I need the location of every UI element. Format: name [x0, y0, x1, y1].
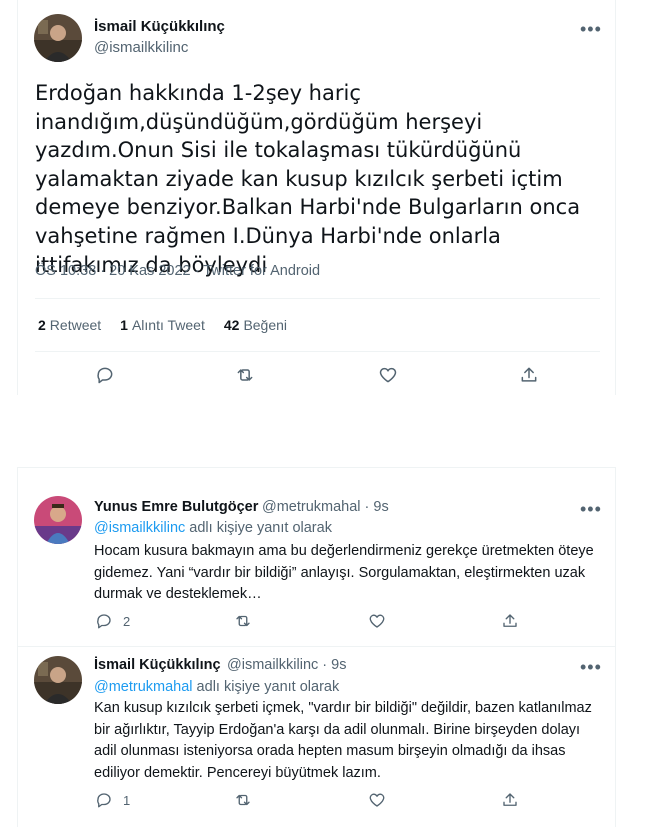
divider	[35, 351, 600, 352]
reply-count: 1	[123, 792, 131, 808]
like-button[interactable]	[368, 791, 386, 809]
divider	[35, 298, 600, 299]
reply-author-name[interactable]: Yunus Emre Bulutgöçer	[94, 499, 258, 515]
reply-bubble-icon	[97, 793, 111, 808]
divider	[17, 646, 616, 647]
retweet-button[interactable]	[234, 612, 252, 630]
reply-text: Hocam kusura bakmayın ama bu değerlendir…	[94, 543, 594, 602]
author-avatar[interactable]	[34, 14, 82, 62]
more-horizontal-icon[interactable]: •••	[580, 20, 602, 38]
share-upload-icon	[503, 614, 517, 627]
reply-bubble-icon	[97, 614, 111, 629]
like-button[interactable]	[378, 365, 398, 385]
heart-icon	[369, 793, 385, 807]
reply-text: Kan kusup kızılcık şerbeti içmek, "vardı…	[94, 700, 592, 781]
share-button[interactable]	[501, 791, 519, 809]
likes-stat[interactable]: 42 Beğeni	[224, 317, 287, 333]
share-upload-icon	[521, 367, 537, 382]
like-button[interactable]	[368, 612, 386, 630]
heart-icon	[379, 367, 397, 383]
retweets-stat[interactable]: 2 Retweet	[38, 317, 101, 333]
tweet-stats: 2 Retweet 1 Alıntı Tweet 42 Beğeni	[38, 317, 287, 333]
share-button[interactable]	[519, 365, 539, 385]
share-button[interactable]	[501, 612, 519, 630]
retweet-icon	[237, 369, 253, 381]
more-horizontal-icon[interactable]: •••	[580, 658, 602, 676]
author-name[interactable]: İsmail Küçükkılınç	[94, 18, 225, 35]
reply-author-handle[interactable]: @ismailkkilinc · 9s	[227, 657, 346, 673]
reply-button[interactable]: 2	[95, 612, 130, 630]
reply-author-avatar[interactable]	[34, 656, 82, 704]
replying-to: @metrukmahal adlı kişiye yanıt olarak	[94, 679, 340, 695]
reply-bubble-icon	[97, 367, 113, 384]
retweet-icon	[236, 615, 250, 627]
share-upload-icon	[503, 793, 517, 806]
replying-to-link[interactable]: @ismailkkilinc	[94, 520, 185, 536]
reply-author-avatar[interactable]	[34, 496, 82, 544]
quotes-stat[interactable]: 1 Alıntı Tweet	[120, 317, 205, 333]
retweet-button[interactable]	[235, 365, 255, 385]
reply-button[interactable]: 1	[95, 791, 130, 809]
author-handle[interactable]: @ismailkkilinc	[94, 39, 188, 56]
replying-to: @ismailkkilinc adlı kişiye yanıt olarak	[94, 520, 332, 536]
replying-to-link[interactable]: @metrukmahal	[94, 679, 193, 695]
retweet-button[interactable]	[234, 791, 252, 809]
more-horizontal-icon[interactable]: •••	[580, 500, 602, 518]
retweet-icon	[236, 794, 250, 806]
heart-icon	[369, 614, 385, 628]
reply-author-name[interactable]: İsmail Küçükkılınç	[94, 657, 221, 673]
tweet-text: Erdoğan hakkında 1-2şey hariç inandığım,…	[35, 81, 581, 277]
reply-author-handle[interactable]: @metrukmahal · 9s	[262, 499, 389, 515]
reply-count: 2	[123, 613, 131, 629]
tweet-meta[interactable]: ÖS 10:38 · 20 Kas 2022 · Twitter for And…	[35, 263, 320, 279]
reply-button[interactable]	[95, 365, 115, 385]
